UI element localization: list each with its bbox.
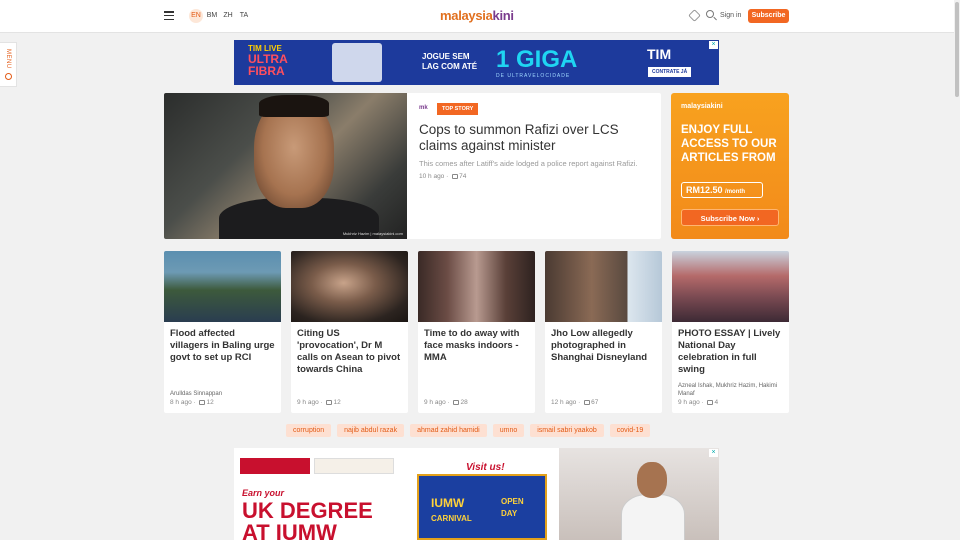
news-card-image[interactable] [545, 251, 662, 322]
ad-tim-logo: TIM [647, 46, 672, 62]
news-card-author: Azneal Ishak, Mukhriz Hazim, Hakimi Mana… [678, 383, 778, 397]
news-card-image[interactable] [418, 251, 535, 322]
tag-ismail-sabri[interactable]: ismail sabri yaakob [530, 424, 604, 437]
ad-close-icon[interactable]: × [709, 449, 718, 457]
news-card-meta: 9 h ago · 12 [297, 399, 341, 406]
topic-tags: corruption najib abdul razak ahmad zahid… [286, 424, 651, 437]
ad-students-photo [559, 448, 719, 540]
news-card-image[interactable] [672, 251, 789, 322]
ad-pitch: JOGUE SEM LAG COM ATÉ [422, 52, 478, 71]
ad-close-icon[interactable]: × [709, 41, 718, 49]
university-malaya-logo [314, 458, 394, 474]
carnival-iumw: IUMW [431, 496, 465, 510]
news-card-meta: 8 h ago · 12 [170, 399, 214, 406]
language-switcher: EN BM ZH TA [189, 9, 251, 23]
news-card[interactable]: Time to do away with face masks indoors … [418, 251, 535, 413]
lang-zh[interactable]: ZH [221, 9, 235, 23]
logo-part-b: kini [492, 8, 515, 23]
tag-corruption[interactable]: corruption [286, 424, 332, 437]
side-menu-tab[interactable]: MENU [0, 42, 17, 87]
banner-ad-bottom[interactable]: Earn your UK DEGREE AT IUMW Visit us! IU… [234, 448, 719, 540]
promo-headline: ENJOY FULL ACCESS TO OUR ARTICLES FROM [681, 124, 777, 164]
comment-icon [453, 399, 460, 405]
ad-visit-us: Visit us! [466, 462, 505, 473]
tag-najib[interactable]: najib abdul razak [337, 424, 405, 437]
lang-bm[interactable]: BM [205, 9, 219, 23]
lang-ta[interactable]: TA [237, 9, 251, 23]
news-card[interactable]: PHOTO ESSAY | Lively National Day celebr… [672, 251, 789, 413]
banner-ad-top[interactable]: TIM LIVE ULTRA FIBRA JOGUE SEM LAG COM AT… [234, 40, 719, 85]
ad-at-iumw: AT IUMW [242, 520, 337, 540]
news-card-title[interactable]: PHOTO ESSAY | Lively National Day celebr… [678, 328, 784, 376]
comment-icon [326, 399, 333, 405]
top-story-card[interactable]: Mukhriz Hazim | malaysiakini.com mk TOP … [164, 93, 661, 239]
top-story-meta: 10 h ago · 74 [419, 173, 467, 180]
ad-product-image [332, 43, 382, 82]
news-card-meta: 12 h ago · 67 [551, 399, 599, 406]
mk-badge-icon: mk [419, 105, 428, 111]
news-card-meta: 9 h ago · 4 [678, 399, 719, 406]
subscribe-now-button[interactable]: Subscribe Now › [681, 209, 779, 226]
promo-price: RM12.50 /month [681, 182, 763, 198]
lang-en[interactable]: EN [189, 9, 203, 23]
tag-zahid[interactable]: ahmad zahid hamidi [410, 424, 487, 437]
hamburger-menu-icon[interactable] [164, 11, 174, 21]
ad-earn: Earn your [242, 488, 285, 498]
tag-covid[interactable]: covid-19 [609, 424, 651, 437]
subscription-promo: malaysiakini ENJOY FULL ACCESS TO OUR AR… [671, 93, 789, 239]
top-story-label: TOP STORY [437, 103, 479, 115]
tag-umno[interactable]: umno [492, 424, 525, 437]
news-card-image[interactable] [164, 251, 281, 322]
sign-in-link[interactable]: Sign in [720, 12, 741, 19]
page-scrollbar[interactable] [954, 0, 960, 540]
menu-tab-label: MENU [5, 49, 11, 69]
news-card[interactable]: Flood affected villagers in Baling urge … [164, 251, 281, 413]
ad-ultra-fibra: ULTRA FIBRA [248, 52, 288, 78]
comment-icon [199, 399, 206, 405]
top-story-image[interactable]: Mukhriz Hazim | malaysiakini.com [164, 93, 407, 239]
news-card[interactable]: Jho Low allegedly photographed in Shangh… [545, 251, 662, 413]
comment-icon [707, 399, 714, 405]
iumw-logo [240, 458, 310, 474]
top-navigation-bar: EN BM ZH TA malaysiakini Sign in Subscri… [0, 0, 960, 33]
news-card-image[interactable] [291, 251, 408, 322]
comment-icon [584, 399, 591, 405]
news-card-title[interactable]: Citing US 'provocation', Dr M calls on A… [297, 328, 403, 376]
tag-icon[interactable] [688, 9, 701, 22]
comment-icon [452, 173, 459, 179]
ad-left-panel: TIM LIVE ULTRA FIBRA [234, 40, 324, 85]
malaysiakini-logo[interactable]: malaysiakini [440, 8, 514, 23]
news-card-meta: 9 h ago · 28 [424, 399, 468, 406]
carnival-sign: IUMW CARNIVAL OPEN DAY [417, 474, 547, 540]
open-day-label: OPEN DAY [501, 497, 524, 518]
news-card-title[interactable]: Jho Low allegedly photographed in Shangh… [551, 328, 657, 364]
news-card-title[interactable]: Time to do away with face masks indoors … [424, 328, 530, 364]
ad-giga: 1 GIGA [496, 46, 578, 73]
photo-credit: Mukhriz Hazim | malaysiakini.com [342, 231, 403, 236]
top-story-title[interactable]: Cops to summon Rafizi over LCS claims ag… [419, 122, 654, 154]
ad-speed: DE ULTRAVELOCIDADE [496, 73, 571, 79]
logo-part-a: malaysia [440, 8, 493, 23]
carnival-label: CARNIVAL [431, 514, 472, 523]
news-card[interactable]: Citing US 'provocation', Dr M calls on A… [291, 251, 408, 413]
search-icon[interactable] [706, 10, 714, 18]
top-story-summary: This comes after Latiff's aide lodged a … [419, 159, 638, 168]
menu-circle-icon [5, 73, 12, 80]
ad-cta[interactable]: CONTRATE JÁ [648, 67, 692, 77]
scrollbar-thumb[interactable] [955, 2, 959, 97]
news-card-author: Arulldas Sinnappan [170, 391, 223, 397]
subscribe-button[interactable]: Subscribe [748, 9, 789, 23]
promo-brand: malaysiakini [681, 103, 723, 110]
news-card-title[interactable]: Flood affected villagers in Baling urge … [170, 328, 276, 364]
